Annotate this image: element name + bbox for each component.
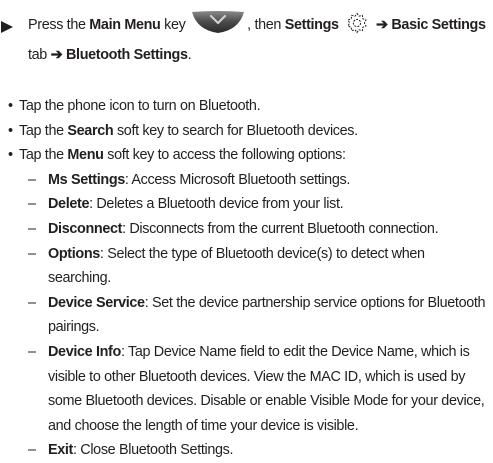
- option-term: Exit: [48, 442, 73, 459]
- step-text-press: Press the: [28, 17, 86, 33]
- option-term: Device Service: [48, 294, 145, 311]
- tab-label: tab: [28, 47, 47, 63]
- option-term: Delete: [48, 196, 90, 213]
- bullet-text: Tap the phone icon to turn on Bluetooth.: [19, 98, 261, 114]
- bullet-text: soft key to access the following options…: [103, 147, 346, 164]
- search-softkey-label: Search: [67, 122, 114, 139]
- bullet-list: Tap the phone icon to turn on Bluetooth.…: [8, 94, 490, 463]
- menu-softkey-label: Menu: [67, 147, 104, 164]
- bullet-text: soft key to search for Bluetooth devices…: [113, 122, 358, 139]
- bullet-text: Tap the: [19, 147, 68, 164]
- option-term: Ms Settings: [48, 171, 125, 188]
- bullet-item: Tap the phone icon to turn on Bluetooth.: [8, 94, 490, 119]
- option-exit: Exit: Close Bluetooth Settings.: [19, 438, 490, 463]
- basic-settings-label: Basic Settings: [391, 17, 486, 33]
- gear-icon: [347, 12, 368, 34]
- option-term: Options: [48, 245, 100, 262]
- main-menu-key-icon: [192, 11, 245, 33]
- manual-page: Press the Main Menu key , then Settings …: [0, 0, 493, 463]
- option-desc: : Close Bluetooth Settings.: [73, 442, 234, 459]
- step-arrow-icon: [1, 21, 13, 33]
- settings-label: Settings: [284, 17, 339, 33]
- arrow-1: ➔: [376, 17, 388, 33]
- option-ms-settings: Ms Settings: Access Microsoft Bluetooth …: [19, 168, 490, 193]
- instruction-step: Press the Main Menu key , then Settings …: [1, 10, 488, 70]
- bullet-item: Tap the Menu soft key to access the foll…: [8, 143, 490, 463]
- option-desc: : Access Microsoft Bluetooth settings.: [124, 171, 350, 188]
- option-device-info: Device Info: Tap Device Name field to ed…: [19, 340, 490, 438]
- option-options: Options: Select the type of Bluetooth de…: [19, 242, 490, 291]
- arrow-2: ➔: [50, 47, 63, 63]
- option-desc: : Disconnects from the current Bluetooth…: [122, 220, 439, 237]
- option-term: Device Info: [48, 343, 121, 360]
- option-device-service: Device Service: Set the device partnersh…: [19, 291, 490, 340]
- step-period: .: [187, 47, 192, 63]
- options-list: Ms Settings: Access Microsoft Bluetooth …: [19, 168, 490, 463]
- option-disconnect: Disconnect: Disconnects from the current…: [19, 217, 490, 242]
- bullet-text: Tap the: [19, 122, 68, 139]
- option-desc: : Deletes a Bluetooth device from your l…: [89, 196, 344, 213]
- main-menu-label: Main Menu: [89, 17, 161, 33]
- step-text-key: key: [160, 17, 186, 33]
- option-desc: : Select the type of Bluetooth device(s)…: [48, 245, 425, 287]
- step-text-then: , then: [247, 17, 282, 33]
- bullet-item: Tap the Search soft key to search for Bl…: [8, 119, 490, 144]
- option-delete: Delete: Deletes a Bluetooth device from …: [19, 192, 490, 217]
- option-term: Disconnect: [48, 220, 123, 237]
- bluetooth-settings-label: Bluetooth Settings: [66, 47, 188, 63]
